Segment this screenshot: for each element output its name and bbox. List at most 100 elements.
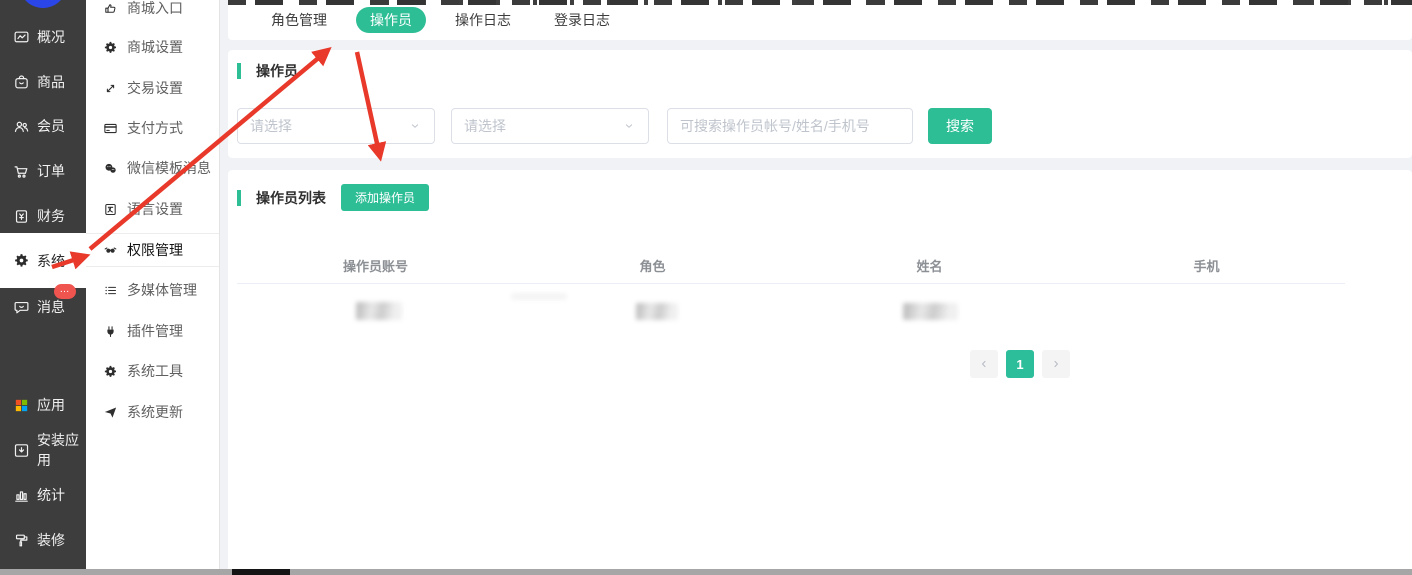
finance-icon (13, 208, 30, 225)
submenu-item-wechat-template[interactable]: 微信模板消息 (86, 151, 219, 185)
orders-icon (13, 163, 30, 180)
submenu-item-label: 商城设置 (127, 37, 183, 57)
payment-icon (103, 121, 118, 136)
submenu-item-label: 系统工具 (127, 361, 183, 381)
submenu-item-language[interactable]: 语言设置 (86, 192, 219, 226)
column-header-account: 操作员账号 (237, 255, 514, 283)
filter-select-1[interactable]: 请选择 (237, 108, 435, 144)
mall-entry-icon (103, 1, 118, 16)
main-content: 角色管理 操作员 操作日志 登录日志 操作员 请选择 请选择 搜索 (220, 0, 1412, 575)
sidebar-item-orders[interactable]: 订单 (0, 149, 86, 193)
tabs-bar: 角色管理 操作员 操作日志 登录日志 (228, 0, 1412, 40)
system-update-icon (103, 405, 118, 420)
sidebar-item-label: 商品 (37, 72, 65, 92)
submenu-item-label: 系统更新 (127, 402, 183, 422)
mall-settings-icon (103, 40, 118, 55)
sidebar-item-label: 统计 (37, 485, 65, 505)
sidebar-item-label: 消息 (37, 297, 65, 317)
submenu-item-system-update[interactable]: 系统更新 (86, 395, 219, 429)
sidebar-item-label: 概况 (37, 27, 65, 47)
tab-operation-log[interactable]: 操作日志 (441, 7, 525, 33)
primary-sidebar: 概况 商品 会员 订单 财务 系统 消息 … 应用 安装应用 统计 装修 (0, 0, 86, 575)
submenu-item-plugin[interactable]: 插件管理 (86, 314, 219, 348)
statistics-icon (13, 487, 30, 504)
submenu-item-trade-settings[interactable]: 交易设置 (86, 71, 219, 105)
system-tools-icon (103, 364, 118, 379)
list-section-title: 操作员列表 (256, 188, 326, 208)
install-app-icon (13, 442, 30, 459)
sidebar-item-statistics[interactable]: 统计 (0, 473, 86, 517)
operator-search-input[interactable] (667, 108, 913, 144)
select-placeholder: 请选择 (464, 116, 506, 136)
submenu-item-label: 权限管理 (127, 240, 183, 260)
submenu-item-label: 插件管理 (127, 321, 183, 341)
logo-circle (19, 0, 67, 8)
tab-login-log[interactable]: 登录日志 (540, 7, 624, 33)
sidebar-item-overview[interactable]: 概况 (0, 15, 86, 59)
sidebar-item-label: 订单 (37, 161, 65, 181)
media-icon (103, 283, 118, 298)
tab-operator[interactable]: 操作员 (356, 7, 426, 33)
column-header-role: 角色 (514, 255, 791, 283)
operator-filter-card: 操作员 请选择 请选择 搜索 (228, 50, 1412, 158)
submenu-item-system-tools[interactable]: 系统工具 (86, 354, 219, 388)
blurred-cell-name (903, 303, 958, 320)
submenu-item-label: 交易设置 (127, 78, 183, 98)
pagination-page-1[interactable]: 1 (1006, 350, 1034, 378)
sidebar-item-goods[interactable]: 商品 (0, 60, 86, 104)
goods-icon (13, 74, 30, 91)
submenu-item-label: 支付方式 (127, 118, 183, 138)
blurred-cell-account (356, 302, 402, 320)
sidebar-item-finance[interactable]: 财务 (0, 194, 86, 238)
message-icon (13, 299, 30, 316)
chevron-left-icon (977, 357, 991, 371)
column-header-phone: 手机 (1068, 255, 1345, 283)
sidebar-item-label: 财务 (37, 206, 65, 226)
trade-settings-icon (103, 81, 118, 96)
decorate-icon (13, 532, 30, 549)
chevron-down-icon (408, 119, 422, 133)
overview-icon (13, 29, 30, 46)
submenu-item-label: 语言设置 (127, 199, 183, 219)
pagination-next-button[interactable] (1042, 350, 1070, 378)
language-icon (103, 202, 118, 217)
sidebar-item-members[interactable]: 会员 (0, 104, 86, 148)
secondary-sidebar: 商城入口 商城设置 交易设置 支付方式 微信模板消息 语言设置 权限管理 多媒体… (86, 0, 220, 575)
submenu-item-label: 商城入口 (127, 0, 183, 18)
filter-select-2[interactable]: 请选择 (451, 108, 649, 144)
submenu-item-media[interactable]: 多媒体管理 (86, 273, 219, 307)
submenu-item-label: 微信模板消息 (127, 158, 211, 178)
pagination: 1 (970, 350, 1070, 378)
sidebar-item-system[interactable]: 系统 (0, 233, 86, 288)
add-operator-button[interactable]: 添加操作员 (341, 184, 429, 211)
table-header-row: 操作员账号 角色 姓名 手机 (237, 255, 1345, 284)
sidebar-item-decorate[interactable]: 装修 (0, 518, 86, 562)
sidebar-item-install-app[interactable]: 安装应用 (0, 428, 86, 472)
section-accent-bar (237, 63, 241, 79)
cropped-text-strip (228, 0, 1412, 5)
sidebar-item-apps[interactable]: 应用 (0, 383, 86, 427)
submenu-item-mall-settings[interactable]: 商城设置 (86, 30, 219, 64)
tab-role-management[interactable]: 角色管理 (257, 7, 341, 33)
submenu-item-permission[interactable]: 权限管理 (86, 233, 219, 267)
horizontal-scrollbar[interactable] (0, 569, 1412, 575)
permission-icon (103, 243, 118, 258)
horizontal-scrollbar-thumb[interactable] (232, 569, 290, 575)
members-icon (13, 118, 30, 135)
pagination-prev-button[interactable] (970, 350, 998, 378)
column-header-name: 姓名 (791, 255, 1068, 283)
message-count-badge: … (54, 284, 76, 299)
operator-list-card: 操作员列表 添加操作员 操作员账号 角色 姓名 手机 1 (228, 170, 1412, 575)
wechat-template-icon (103, 161, 118, 176)
sidebar-item-label: 安装应用 (37, 430, 86, 470)
sidebar-item-label: 系统 (37, 251, 65, 271)
submenu-item-payment[interactable]: 支付方式 (86, 111, 219, 145)
submenu-item-mall-entry[interactable]: 商城入口 (86, 0, 219, 25)
chevron-right-icon (1049, 357, 1063, 371)
sidebar-item-label: 装修 (37, 530, 65, 550)
blurred-cell-role (636, 303, 678, 320)
section-accent-bar (237, 190, 241, 206)
select-placeholder: 请选择 (250, 116, 292, 136)
system-icon (13, 252, 30, 269)
search-button[interactable]: 搜索 (928, 108, 992, 144)
